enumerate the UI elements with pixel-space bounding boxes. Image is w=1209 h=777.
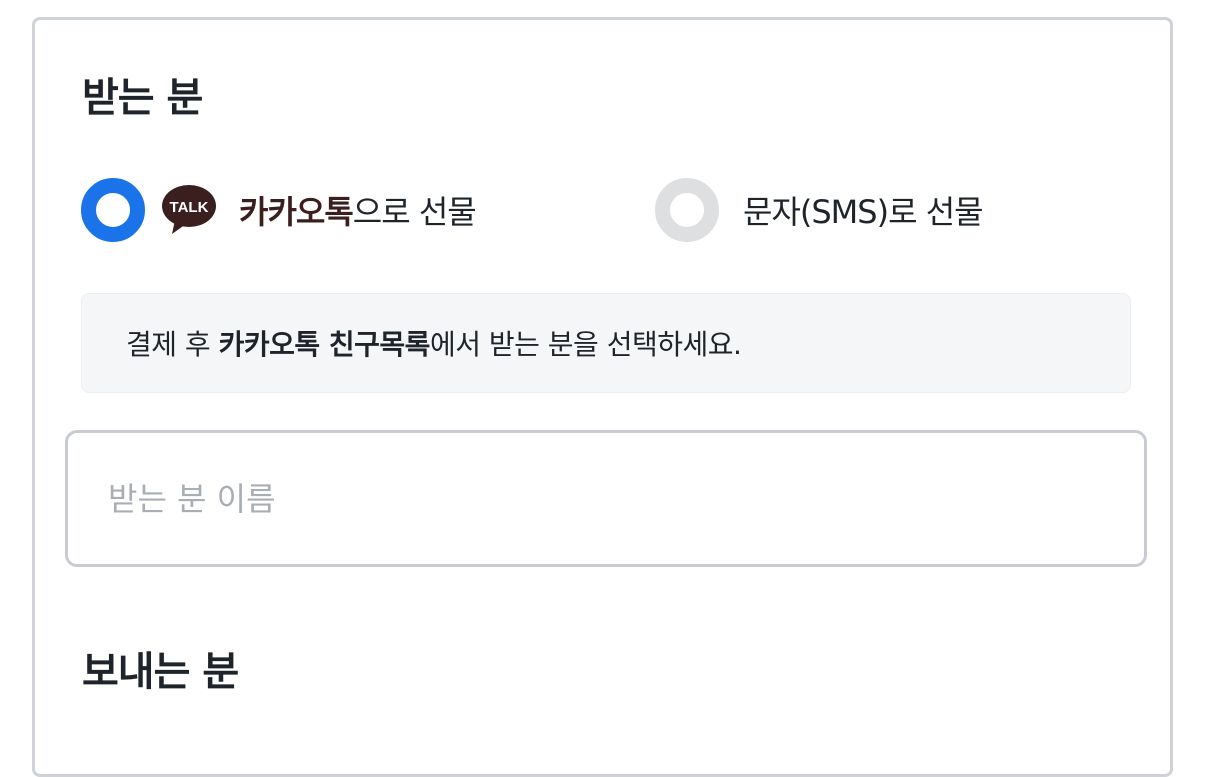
kakao-option-label: 카카오톡으로 선물 bbox=[239, 187, 477, 233]
gift-form-card: 받는 분 TALK 카카오톡으로 선물 문자(SMS)로 선물 결제 후 카카오… bbox=[32, 17, 1173, 777]
sms-gift-option[interactable]: 문자(SMS)로 선물 bbox=[655, 178, 984, 242]
kakaotalk-icon-text: TALK bbox=[170, 199, 209, 216]
kakao-gift-option[interactable]: TALK 카카오톡으로 선물 bbox=[81, 178, 477, 242]
kakao-option-label-rest: 으로 선물 bbox=[352, 193, 477, 231]
kakao-radio-button[interactable] bbox=[81, 178, 145, 242]
kakaotalk-icon: TALK bbox=[161, 184, 217, 236]
info-text-bold: 카카오톡 친구목록 bbox=[218, 328, 431, 361]
kakao-option-label-bold: 카카오톡 bbox=[239, 193, 354, 231]
info-text-suffix: 에서 받는 분을 선택하세요. bbox=[429, 328, 742, 361]
kakao-info-box: 결제 후 카카오톡 친구목록에서 받는 분을 선택하세요. bbox=[81, 293, 1131, 393]
sender-section-title: 보내는 분 bbox=[82, 649, 239, 695]
recipient-name-input[interactable] bbox=[65, 430, 1147, 567]
sms-option-label: 문자(SMS)로 선물 bbox=[743, 193, 984, 231]
info-text: 결제 후 카카오톡 친구목록에서 받는 분을 선택하세요. bbox=[126, 323, 742, 363]
info-text-prefix: 결제 후 bbox=[126, 328, 219, 361]
sms-radio-button[interactable] bbox=[655, 178, 719, 242]
recipient-section-title: 받는 분 bbox=[82, 75, 203, 121]
